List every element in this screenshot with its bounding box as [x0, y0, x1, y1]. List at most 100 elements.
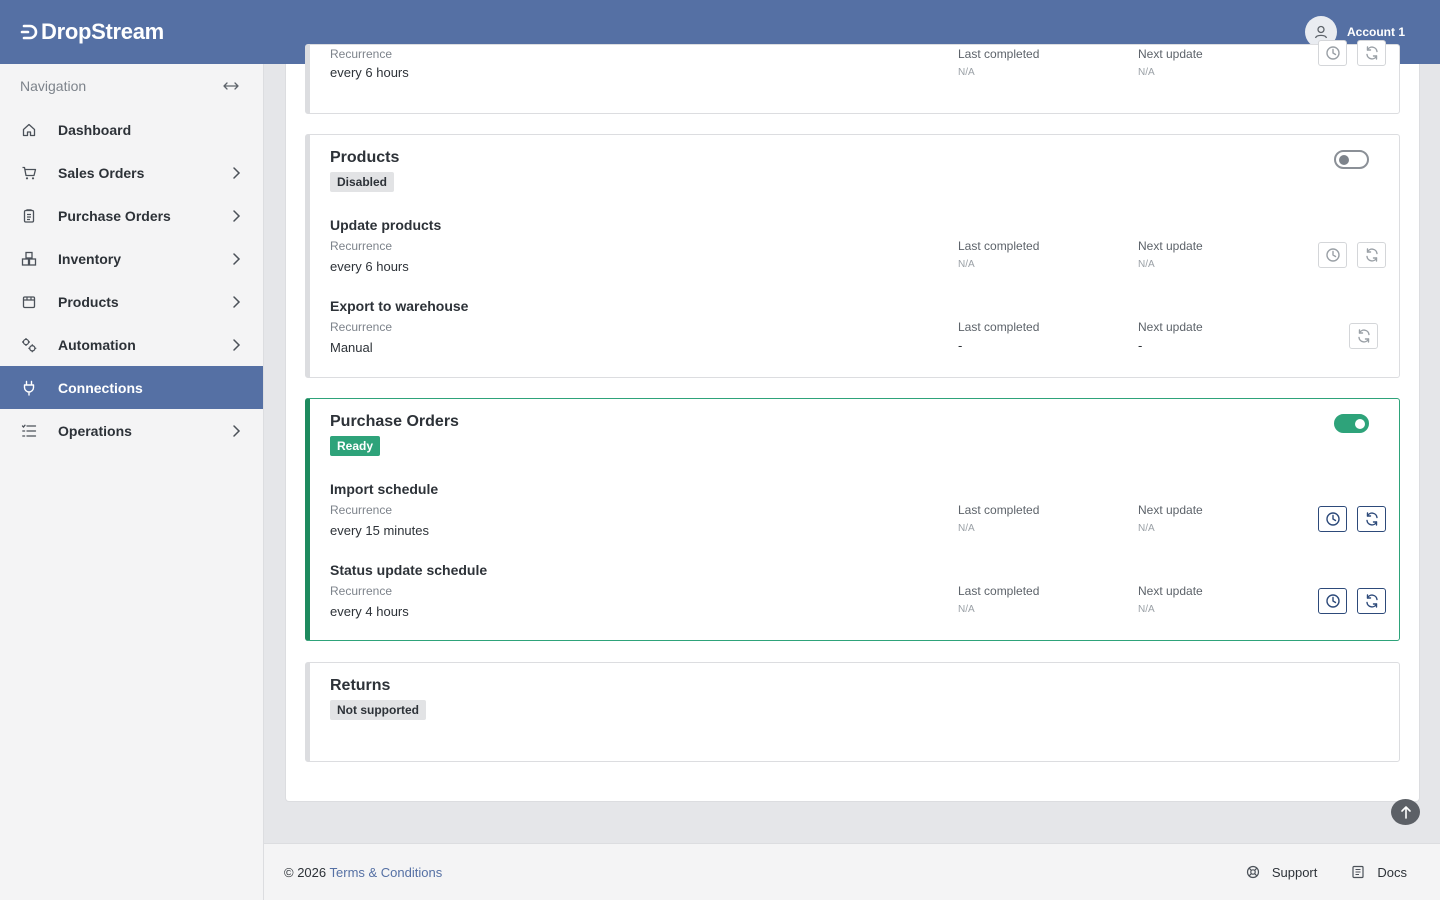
chevron-right-icon: [233, 252, 241, 265]
chevron-right-icon: [233, 338, 241, 351]
status-badge: Ready: [330, 436, 381, 456]
schedule-name: Update products: [330, 217, 442, 233]
toggle-knob: [1339, 155, 1349, 165]
sidebar-item-automation[interactable]: Automation: [0, 323, 263, 366]
next-update-label: Next update: [1138, 320, 1203, 334]
scrolled-card: Recurrence every 6 hours Last completed …: [305, 40, 1400, 115]
products-card: Products Disabled Update products Recurr…: [305, 134, 1400, 378]
schedule-button[interactable]: [1318, 588, 1347, 614]
refresh-icon: [1365, 248, 1378, 262]
sidebar-item-label: Connections: [58, 379, 143, 396]
sidebar-item-label: Sales Orders: [58, 164, 145, 181]
footer-left: © 2026 Terms & Conditions: [284, 865, 442, 880]
sync-button[interactable]: [1357, 588, 1386, 614]
document-icon: [1352, 865, 1364, 879]
recurrence-label: Recurrence: [330, 320, 393, 334]
recurrence-value: every 6 hours: [330, 65, 409, 80]
schedule-button[interactable]: [1318, 40, 1347, 66]
sidebar-item-products[interactable]: Products: [0, 280, 263, 323]
sidebar-item-label: Inventory: [58, 250, 122, 267]
next-update-label: Next update: [1138, 584, 1203, 598]
sync-button[interactable]: [1357, 506, 1386, 532]
footer: © 2026 Terms & Conditions Support Docs: [264, 843, 1440, 900]
schedule-row: Export to warehouse Recurrence Manual La…: [310, 298, 1399, 368]
docs-link[interactable]: Docs: [1351, 865, 1407, 880]
chevron-right-icon: [233, 166, 241, 179]
app-logo[interactable]: DropStream: [20, 19, 164, 45]
sidebar-item-purchase-orders[interactable]: Purchase Orders: [0, 194, 263, 237]
app-name: DropStream: [41, 19, 164, 44]
gears-icon: [20, 336, 38, 354]
sidebar-item-label: Automation: [58, 336, 136, 353]
last-completed-label: Last completed: [958, 320, 1040, 334]
last-completed-value: N/A: [958, 604, 975, 615]
schedule-name: Import schedule: [330, 481, 439, 497]
package-icon: [20, 293, 38, 311]
arrow-up-icon: [1400, 806, 1411, 819]
schedule-button[interactable]: [1318, 242, 1347, 268]
last-completed-value: N/A: [958, 67, 975, 78]
next-update-value: -: [1138, 338, 1143, 353]
schedule-name: Export to warehouse: [330, 298, 469, 314]
schedule-button[interactable]: [1318, 506, 1347, 532]
chevron-right-icon: [233, 295, 241, 308]
support-label: Support: [1271, 864, 1318, 880]
schedule-row: Recurrence every 6 hours Last completed …: [310, 40, 1399, 115]
recurrence-label: Recurrence: [330, 239, 393, 253]
purchase-orders-enable-toggle[interactable]: [1334, 414, 1369, 433]
next-update-label: Next update: [1138, 239, 1203, 253]
recurrence-value: every 6 hours: [330, 259, 409, 274]
user-icon: [1314, 25, 1328, 39]
chevron-right-icon: [233, 424, 241, 437]
schedule-row: Import schedule Recurrence every 15 minu…: [310, 481, 1399, 551]
sidebar-item-dashboard[interactable]: Dashboard: [0, 108, 263, 151]
refresh-icon: [1357, 329, 1370, 343]
schedule-row: Status update schedule Recurrence every …: [310, 562, 1399, 632]
last-completed-label: Last completed: [958, 239, 1040, 253]
last-completed-value: -: [958, 338, 963, 353]
purchase-orders-card: Purchase Orders Ready Import schedule Re…: [305, 398, 1400, 641]
clipboard-icon: [20, 207, 38, 225]
last-completed-label: Last completed: [958, 584, 1040, 598]
recurrence-label: Recurrence: [330, 47, 393, 61]
clock-icon: [1325, 512, 1340, 526]
sidebar-item-connections[interactable]: Connections: [0, 366, 263, 409]
support-link[interactable]: Support: [1246, 864, 1318, 880]
sync-button[interactable]: [1357, 242, 1386, 268]
next-update-label: Next update: [1138, 47, 1203, 61]
sidebar-item-inventory[interactable]: Inventory: [0, 237, 263, 280]
status-badge: Disabled: [330, 172, 395, 192]
status-badge: Not supported: [330, 700, 426, 720]
sidebar-item-sales-orders[interactable]: Sales Orders: [0, 151, 263, 194]
recurrence-value: Manual: [330, 340, 373, 355]
recurrence-label: Recurrence: [330, 584, 393, 598]
card-title: Purchase Orders: [330, 413, 459, 430]
terms-link[interactable]: Terms & Conditions: [330, 865, 443, 880]
sidebar-item-operations[interactable]: Operations: [0, 409, 263, 452]
sidebar: Navigation Dashboard Sales Orders Purcha…: [0, 64, 264, 900]
next-update-value: N/A: [1138, 604, 1155, 615]
sidebar-item-label: Products: [58, 293, 119, 310]
sidebar-title: Navigation: [20, 78, 87, 94]
clock-icon: [1325, 248, 1340, 262]
recurrence-label: Recurrence: [330, 503, 393, 517]
plug-icon: [20, 379, 38, 397]
schedule-name: Status update schedule: [330, 562, 488, 578]
connection-details-panel: Recurrence every 6 hours Last completed …: [285, 40, 1420, 802]
sync-button[interactable]: [1357, 40, 1386, 66]
collapse-sidebar-icon[interactable]: [223, 80, 239, 92]
boxes-icon: [20, 250, 38, 268]
clock-icon: [1325, 46, 1340, 60]
lifebuoy-icon: [1246, 865, 1259, 879]
scroll-to-top-button[interactable]: [1391, 799, 1420, 825]
sync-button[interactable]: [1349, 323, 1378, 349]
card-title: Products: [330, 149, 400, 166]
toggle-knob: [1355, 419, 1365, 429]
last-completed-value: N/A: [958, 259, 975, 270]
sidebar-item-label: Operations: [58, 422, 132, 439]
next-update-value: N/A: [1138, 259, 1155, 270]
refresh-icon: [1365, 594, 1378, 608]
products-enable-toggle[interactable]: [1334, 150, 1369, 169]
refresh-icon: [1365, 512, 1378, 526]
next-update-value: N/A: [1138, 67, 1155, 78]
